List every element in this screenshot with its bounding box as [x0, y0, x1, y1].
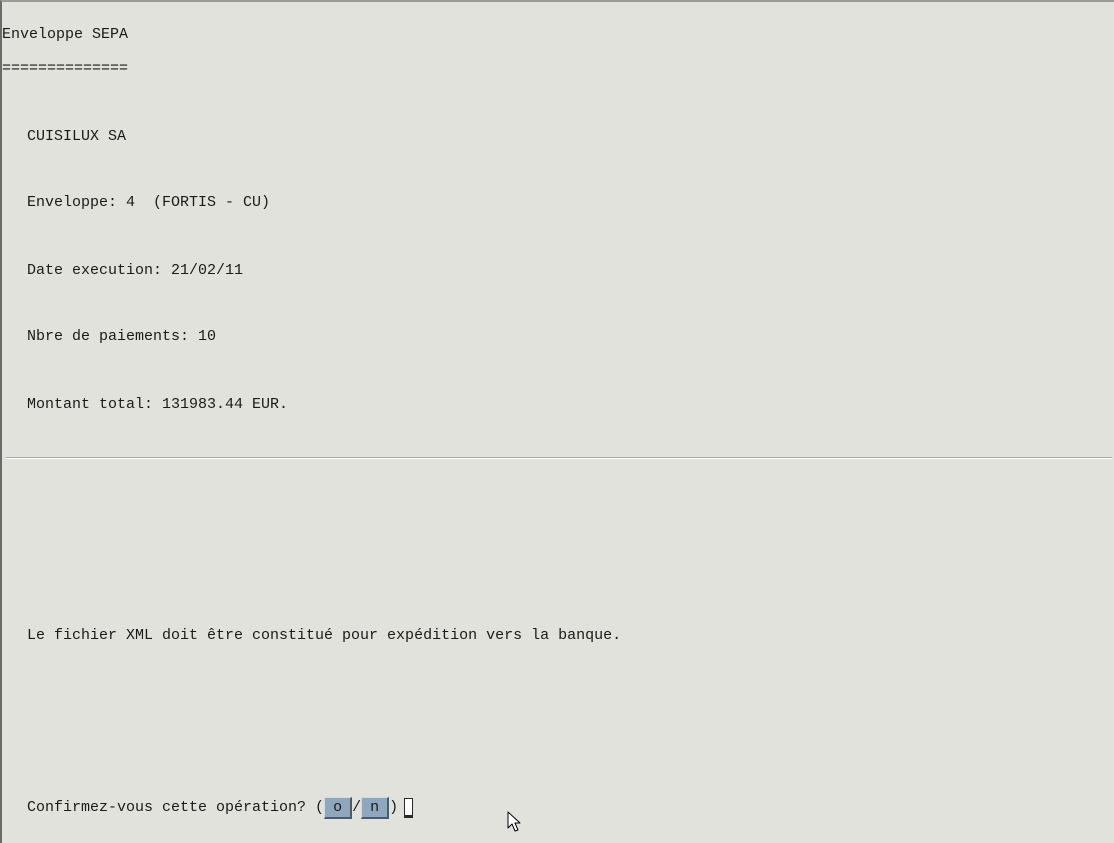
envelope-info: Enveloppe: 4 (FORTIS - CU)	[27, 194, 271, 211]
payment-count: Nbre de paiements: 10	[27, 328, 217, 345]
yes-button[interactable]: o	[324, 797, 353, 819]
title-underline: ==============	[2, 60, 129, 77]
info-message: Le fichier XML doit être constitué pour …	[27, 627, 622, 644]
section-divider	[6, 457, 1112, 459]
execution-date: Date execution: 21/02/11	[27, 262, 244, 279]
total-amount: Montant total: 131983.44 EUR.	[27, 396, 289, 413]
close-paren: )	[389, 799, 399, 816]
input-cursor[interactable]	[404, 798, 414, 818]
choice-separator: /	[352, 799, 362, 816]
confirm-prompt: Confirmez-vous cette opération? (o / n)	[27, 797, 414, 819]
terminal-screen: Enveloppe SEPA ============== CUISILUX S…	[0, 0, 1114, 843]
mouse-pointer-icon	[507, 811, 521, 832]
page-title: Enveloppe SEPA	[2, 26, 129, 43]
company-name: CUISILUX SA	[27, 128, 127, 145]
confirm-question: Confirmez-vous cette opération? (	[27, 799, 325, 816]
no-button[interactable]: n	[361, 797, 390, 819]
